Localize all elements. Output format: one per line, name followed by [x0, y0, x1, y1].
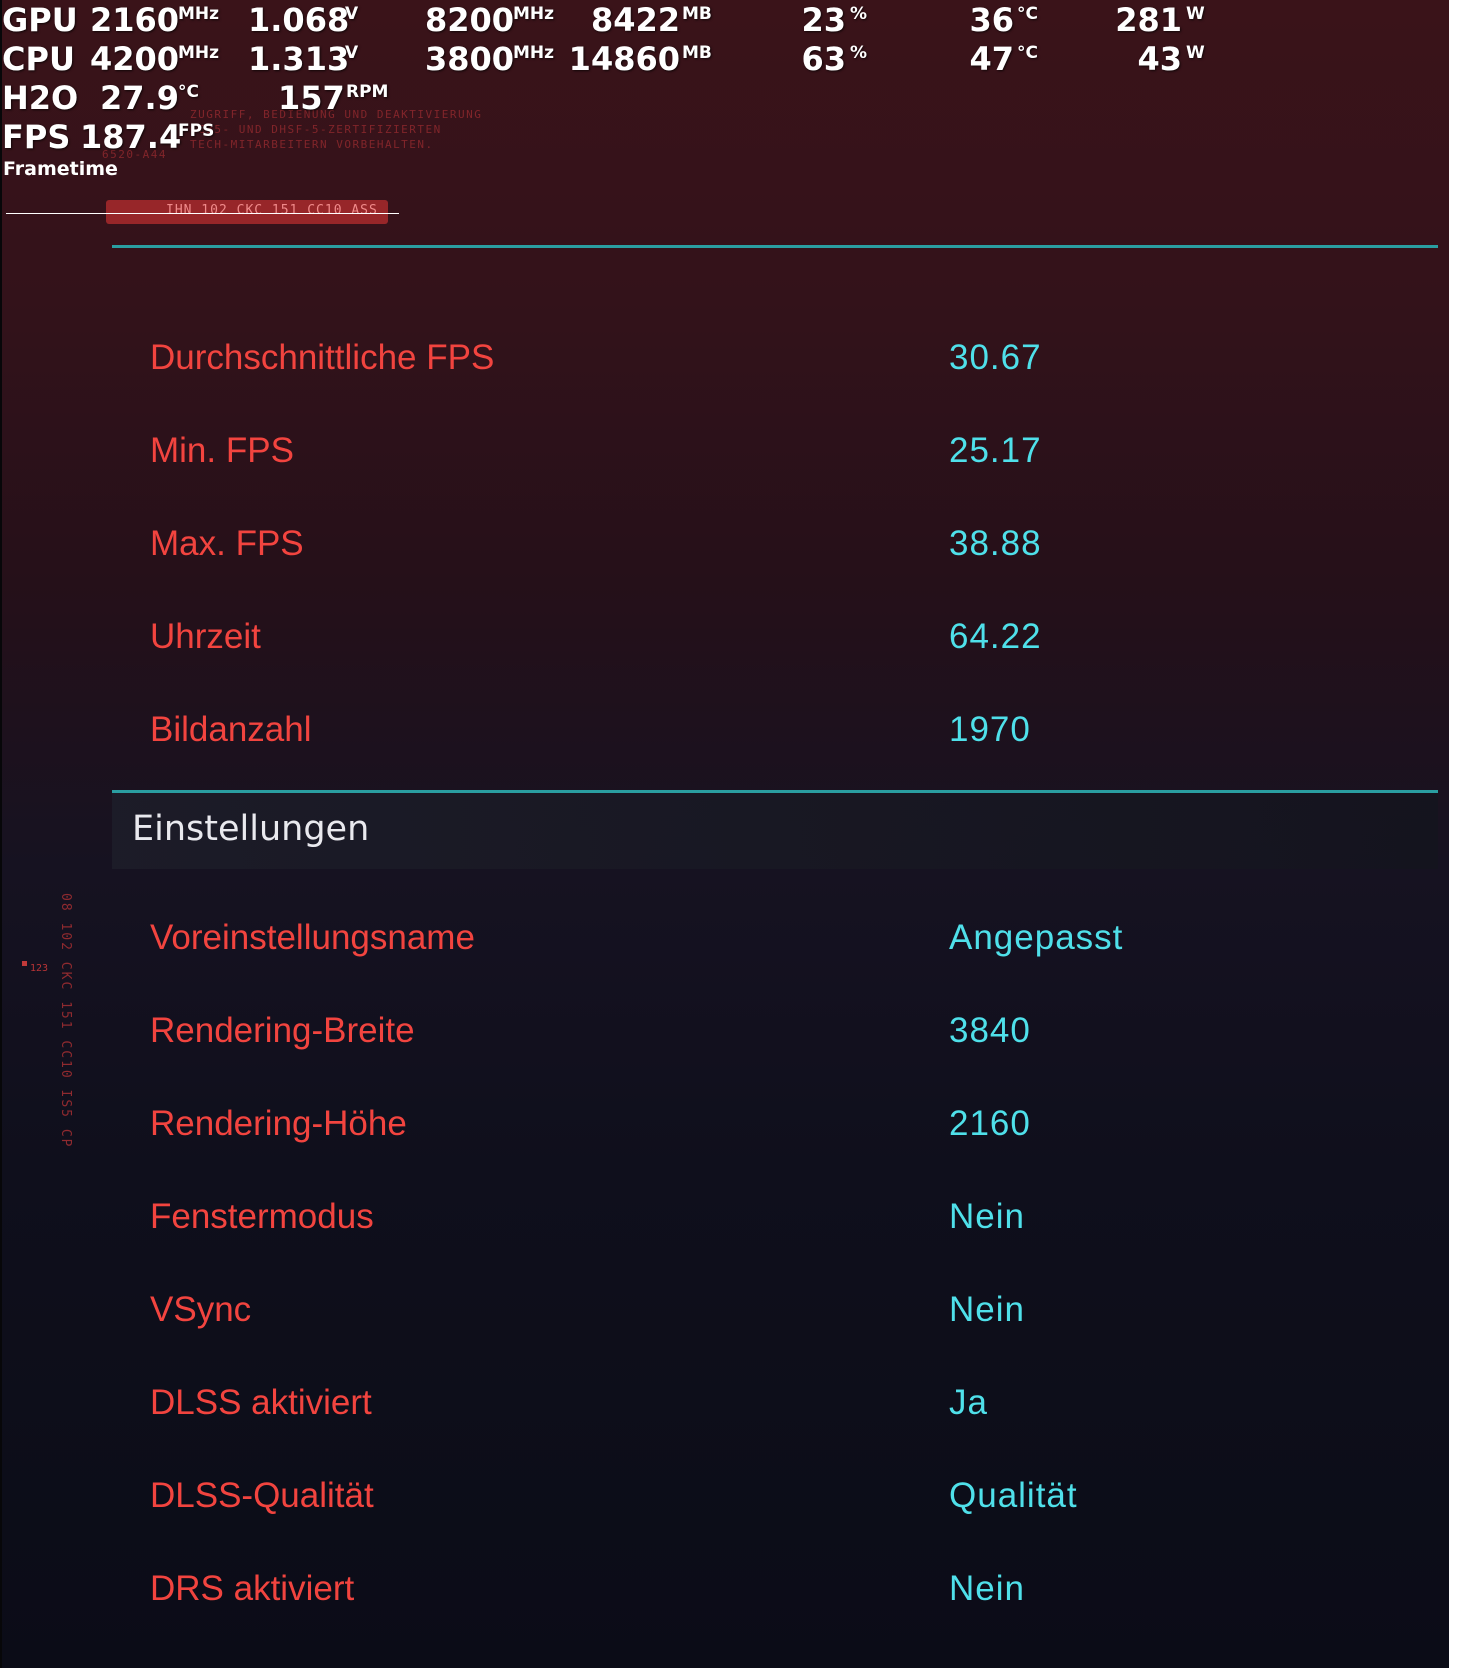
result-value: 25.17 [949, 431, 1042, 470]
result-label: Bildanzahl [150, 710, 312, 749]
settings-title: Einstellungen [132, 809, 370, 849]
osd-gpu-load-unit: % [850, 4, 868, 24]
osd-gpu-label: GPU [2, 1, 78, 39]
background-square-icon [22, 961, 27, 966]
background-small-tag: 123 [30, 963, 49, 974]
settings-value: 2160 [949, 1104, 1031, 1143]
result-row-frame-count: Bildanzahl 1970 [112, 702, 1438, 762]
settings-value: 3840 [949, 1011, 1031, 1050]
settings-label: Fenstermodus [150, 1197, 374, 1236]
background-vertical-text: 08 102 CKC 151 CC10 IS5 CP [58, 893, 73, 1149]
settings-value: Nein [949, 1569, 1025, 1608]
settings-row-dlss-enabled: DLSS aktiviert Ja [112, 1375, 1438, 1435]
settings-row-dlss-quality: DLSS-Qualität Qualität [112, 1468, 1438, 1528]
osd-h2o-pump-unit: RPM [346, 82, 389, 102]
osd-fps-label: FPS [2, 118, 71, 156]
osd-fps-value: 187.4 [80, 118, 182, 156]
result-row-avg-fps: Durchschnittliche FPS 30.67 [112, 330, 1438, 390]
settings-header: Einstellungen [112, 793, 1438, 869]
osd-cpu-clock: 4200 [90, 40, 180, 78]
settings-row-vsync: VSync Nein [112, 1282, 1438, 1342]
settings-value: Qualität [949, 1476, 1078, 1515]
osd-gpu-clock-unit: MHz [178, 4, 220, 24]
osd-cpu-voltage-unit: V [345, 43, 359, 63]
osd-gpu-temp: 36 [969, 1, 1014, 39]
osd-h2o-pump: 157 [278, 79, 345, 117]
osd-gpu-mem-clock-unit: MHz [513, 4, 555, 24]
osd-gpu-power-unit: W [1186, 4, 1205, 24]
result-value: 38.88 [949, 524, 1042, 563]
osd-gpu-mem-used: 8422 [590, 1, 680, 39]
left-edge [0, 0, 2, 1668]
osd-cpu-mem-clock: 3800 [425, 40, 515, 78]
result-row-min-fps: Min. FPS 25.17 [112, 423, 1438, 483]
result-label: Durchschnittliche FPS [150, 338, 495, 377]
osd-cpu-temp-unit: °C [1017, 43, 1038, 63]
osd-cpu-load-unit: % [850, 43, 868, 63]
right-edge [1449, 0, 1471, 1668]
osd-cpu-mem-clock-unit: MHz [513, 43, 555, 63]
settings-row-drs-enabled: DRS aktiviert Nein [112, 1561, 1438, 1621]
osd-h2o-temp-unit: °C [178, 82, 199, 102]
settings-row-window-mode: Fenstermodus Nein [112, 1189, 1438, 1249]
osd-cpu-mem-used: 14860 [568, 40, 680, 78]
settings-value: Nein [949, 1290, 1025, 1329]
osd-fps-unit: FPS [178, 121, 215, 141]
settings-label: Voreinstellungsname [150, 918, 475, 957]
osd-cpu-label: CPU [2, 40, 75, 78]
result-label: Uhrzeit [150, 617, 261, 656]
divider-top [112, 245, 1438, 248]
settings-value: Nein [949, 1197, 1025, 1236]
osd-gpu-temp-unit: °C [1017, 4, 1038, 24]
settings-label: DLSS-Qualität [150, 1476, 374, 1515]
osd-frametime-label: Frametime [3, 158, 118, 180]
result-row-time: Uhrzeit 64.22 [112, 609, 1438, 669]
settings-row-preset: Voreinstellungsname Angepasst [112, 910, 1438, 970]
osd-cpu-mem-used-unit: MB [682, 43, 712, 63]
osd-cpu-power: 43 [1137, 40, 1182, 78]
osd-cpu-power-unit: W [1186, 43, 1205, 63]
settings-label: VSync [150, 1290, 252, 1329]
settings-label: Rendering-Höhe [150, 1104, 407, 1143]
osd-gpu-mem-clock: 8200 [425, 1, 515, 39]
settings-value: Angepasst [949, 918, 1124, 957]
background-notice-line: CC35- UND DHSF-5-ZERTIFIZIERTEN [190, 122, 442, 136]
osd-gpu-voltage: 1.068 [248, 1, 350, 39]
osd-cpu-clock-unit: MHz [178, 43, 220, 63]
osd-cpu-voltage: 1.313 [248, 40, 350, 78]
result-value: 64.22 [949, 617, 1042, 656]
settings-label: DLSS aktiviert [150, 1383, 372, 1422]
osd-h2o-label: H2O [2, 79, 79, 117]
osd-frametime-graph [6, 213, 399, 214]
settings-value: Ja [949, 1383, 988, 1422]
osd-gpu-mem-used-unit: MB [682, 4, 712, 24]
result-value: 1970 [949, 710, 1031, 749]
result-label: Max. FPS [150, 524, 304, 563]
osd-h2o-temp: 27.9 [100, 79, 179, 117]
settings-label: DRS aktiviert [150, 1569, 355, 1608]
result-row-max-fps: Max. FPS 38.88 [112, 516, 1438, 576]
settings-label: Rendering-Breite [150, 1011, 415, 1050]
osd-gpu-voltage-unit: V [345, 4, 359, 24]
osd-gpu-load: 23 [801, 1, 846, 39]
osd-cpu-temp: 47 [969, 40, 1014, 78]
result-label: Min. FPS [150, 431, 294, 470]
osd-gpu-clock: 2160 [90, 1, 180, 39]
background-notice-line: TECH-MITARBEITERN VORBEHALTEN. [190, 137, 434, 151]
settings-row-render-width: Rendering-Breite 3840 [112, 1003, 1438, 1063]
osd-gpu-power: 281 [1115, 1, 1182, 39]
result-value: 30.67 [949, 338, 1042, 377]
osd-cpu-load: 63 [801, 40, 846, 78]
settings-row-render-height: Rendering-Höhe 2160 [112, 1096, 1438, 1156]
background-bar-text: IHN 102 CKC 151 CC10 ASS [166, 203, 378, 218]
